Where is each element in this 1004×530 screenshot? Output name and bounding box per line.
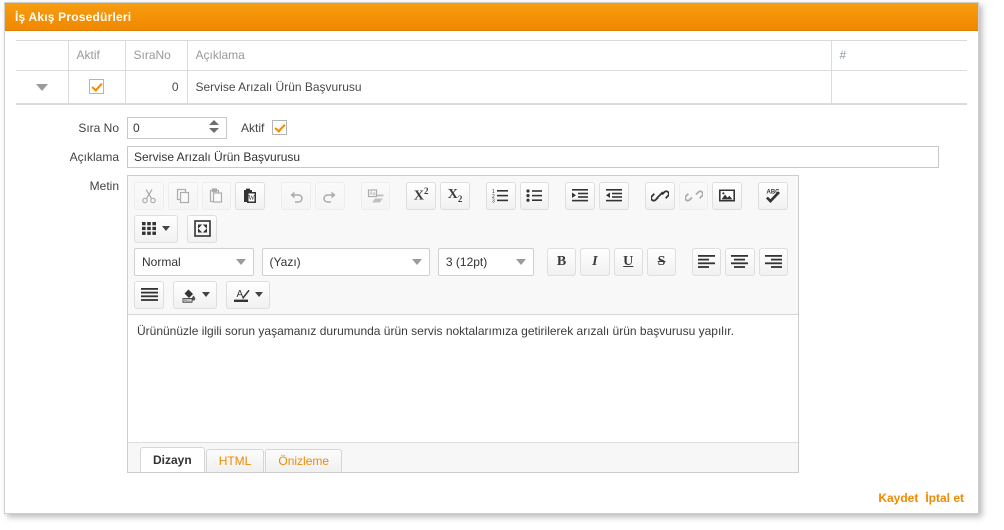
paragraph-format-select[interactable]: Normal [134,247,254,276]
chevron-down-icon[interactable] [411,258,422,265]
workflow-procedures-panel: İş Akış Prosedürleri Aktif SıraNo Açıkla… [4,2,979,514]
editor-content-area[interactable]: Ürününüzle ilgili sorun yaşamanız durumu… [128,314,798,442]
page-title: İş Akış Prosedürleri [15,9,132,24]
unlink-icon[interactable] [678,181,709,210]
chevron-down-icon[interactable] [235,258,246,265]
editor-mode-tabs: Dizayn HTML Önizleme [128,441,798,472]
chevron-down-icon[interactable] [162,226,170,231]
aktif-checkbox[interactable] [272,119,288,135]
redo-icon[interactable] [314,181,345,210]
copy-icon[interactable] [167,181,198,210]
row-expander-cell[interactable] [16,70,69,104]
tab-dizayn[interactable]: Dizayn [140,446,205,472]
spinner-down-icon[interactable] [209,127,219,133]
save-link[interactable]: Kaydet [878,491,918,505]
procedures-table: Aktif SıraNo Açıklama # 0 Servise Arızal… [16,41,967,104]
align-justify-icon[interactable] [134,280,164,309]
chevron-down-icon[interactable] [515,258,526,265]
row-aciklama-cell: Servise Arızalı Ürün Başvurusu [186,70,832,104]
editor-toolbar: W Aa X2 X2 1 2 3 ABC Normal (Yazı) 3 (12… [128,175,798,315]
paragraph-format-value: Normal [142,254,181,269]
chevron-down-icon[interactable] [255,292,263,297]
font-size-select[interactable]: 3 (12pt) [437,247,534,276]
paste-from-word-icon[interactable]: W [235,181,266,210]
field-row-metin: Metin W Aa X2 X2 1 2 3 ABC Normal (Yazı)… [5,174,978,473]
svg-text:3: 3 [492,199,495,204]
expand-row-icon[interactable] [35,83,48,91]
svg-text:Aa: Aa [369,191,375,197]
svg-text:ABC: ABC [183,298,191,302]
font-size-value: 3 (12pt) [445,254,488,269]
tab-onizleme[interactable]: Önizleme [265,448,343,472]
row-aktif-checkbox[interactable] [89,79,104,95]
field-row-aciklama: Açıklama [5,145,978,168]
window-titlebar: İş Akış Prosedürleri [5,3,978,31]
aciklama-input[interactable] [127,145,939,168]
procedures-grid: Aktif SıraNo Açıklama # 0 Servise Arızal… [16,40,967,105]
row-aktif-cell[interactable] [67,70,126,104]
cut-icon[interactable] [134,181,164,210]
tab-html[interactable]: HTML [205,448,265,472]
spinner-arrows[interactable] [209,119,219,133]
column-header-sirano[interactable]: SıraNo [124,41,188,71]
font-family-value: (Yazı) [269,254,301,269]
column-header-expander [16,41,69,71]
detail-form: Sıra No Aktif Açıklama Metin [5,105,978,473]
align-right-icon[interactable] [758,247,788,276]
text-color-icon[interactable]: A [226,280,270,309]
toolbar-row-4: ABC A [134,280,792,309]
outdent-icon[interactable] [599,181,629,210]
paste-icon[interactable] [201,181,232,210]
sirano-label: Sıra No [78,120,119,135]
bulleted-list-icon[interactable] [519,181,550,210]
column-header-aktif[interactable]: Aktif [67,41,126,71]
row-actions-cell[interactable] [830,70,967,104]
remove-format-icon[interactable]: Aa [360,181,391,210]
toolbar-row-1: W Aa X2 X2 1 2 3 ABC [134,181,792,210]
rich-text-editor: W Aa X2 X2 1 2 3 ABC Normal (Yazı) 3 (12… [127,174,799,473]
table-row[interactable]: 0 Servise Arızalı Ürün Başvurusu [16,70,967,104]
sirano-stepper[interactable] [127,116,227,139]
italic-icon[interactable]: I [580,247,610,276]
bold-icon[interactable]: B [546,247,577,276]
link-icon[interactable] [644,181,675,210]
align-left-icon[interactable] [691,247,722,276]
column-header-aciklama[interactable]: Açıklama [186,41,832,71]
aktif-label: Aktif [241,120,265,135]
toolbar-row-2 [134,214,792,243]
table-icon[interactable] [134,214,178,243]
background-color-icon[interactable]: ABC [173,280,217,309]
font-family-select[interactable]: (Yazı) [261,247,430,276]
subscript-icon[interactable]: X2 [440,181,470,210]
numbered-list-icon[interactable]: 1 2 3 [485,181,516,210]
toolbar-row-3: Normal (Yazı) 3 (12pt) B I U S [134,247,792,276]
svg-text:W: W [248,194,255,202]
superscript-icon[interactable]: X2 [406,181,437,210]
cancel-link[interactable]: İptal et [925,491,964,505]
align-center-icon[interactable] [725,247,755,276]
indent-icon[interactable] [565,181,596,210]
strikethrough-icon[interactable]: S [646,247,677,276]
spinner-up-icon[interactable] [209,119,219,125]
sirano-input[interactable] [128,117,208,138]
undo-icon[interactable] [281,181,311,210]
fullscreen-icon[interactable] [187,214,217,243]
form-actions: Kaydet İptal et [878,491,964,505]
aciklama-label: Açıklama [69,149,119,164]
spellcheck-icon[interactable]: ABC [758,181,788,210]
metin-label: Metin [89,178,119,193]
field-row-sirano: Sıra No Aktif [5,116,978,139]
column-header-hash: # [830,41,967,71]
image-icon[interactable] [712,181,743,210]
underline-icon[interactable]: U [613,247,643,276]
row-sirano-cell: 0 [124,70,188,104]
chevron-down-icon[interactable] [201,292,210,297]
table-header-row: Aktif SıraNo Açıklama # [16,41,967,71]
